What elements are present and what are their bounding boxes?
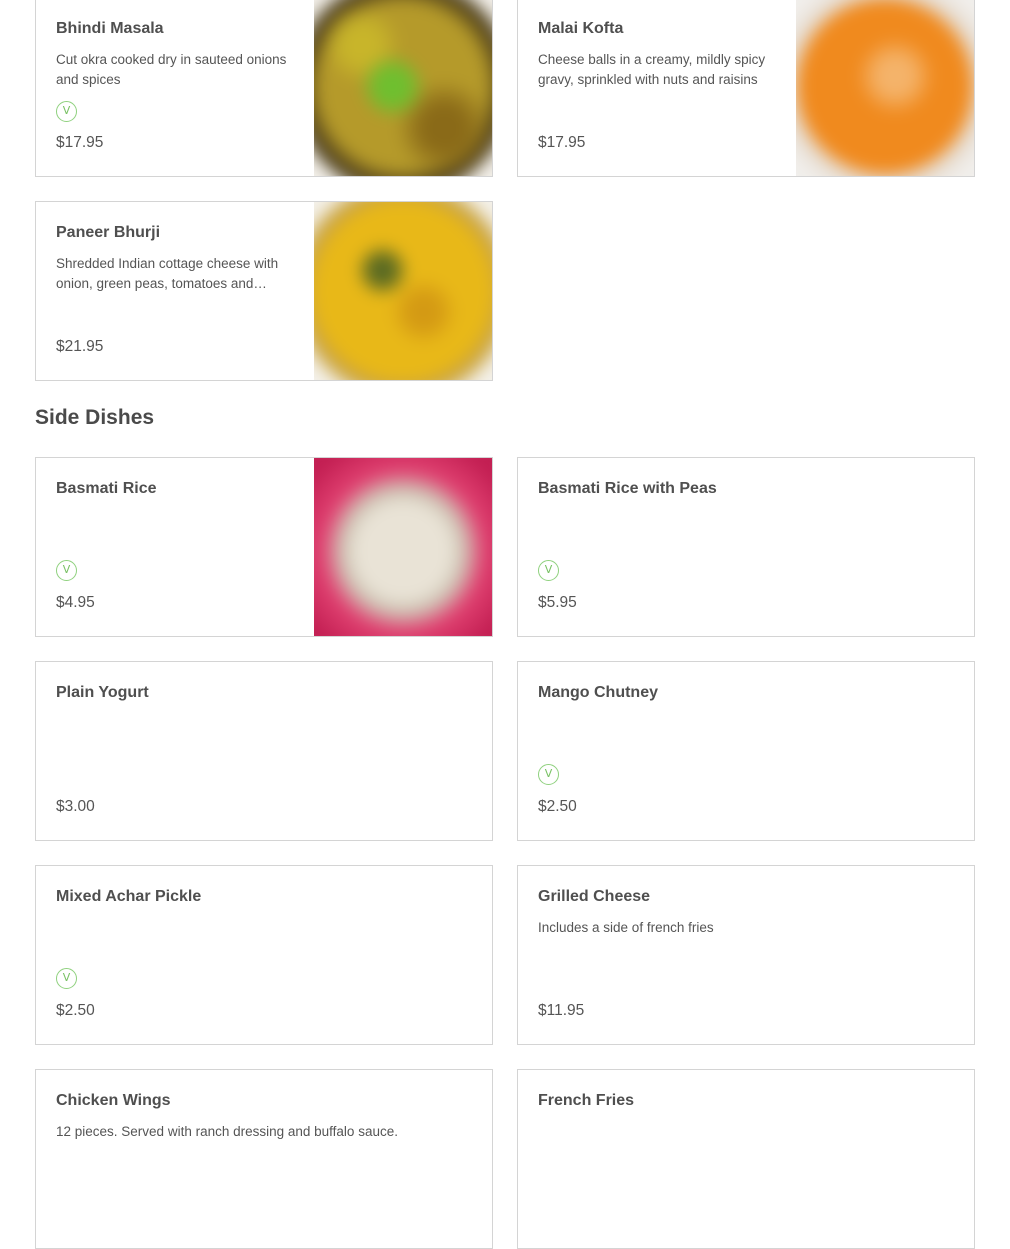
item-name: Grilled Cheese [538, 888, 651, 905]
item-name: Bhindi Masala [56, 20, 164, 37]
item-description: Cut okra cooked dry in sauteed onions an… [56, 52, 287, 87]
item-price: $17.95 [538, 134, 586, 151]
item-price: $4.95 [56, 594, 95, 611]
item-price: $11.95 [538, 1002, 585, 1019]
menu-item-plain-yogurt[interactable]: Plain Yogurt $3.00 [35, 661, 493, 841]
item-price: $3.00 [56, 798, 95, 815]
item-name: Basmati Rice with Peas [538, 480, 717, 497]
kofta-curry-image [796, 0, 974, 176]
item-name: Mango Chutney [538, 684, 658, 701]
item-name: Basmati Rice [56, 480, 157, 497]
item-price: $5.95 [538, 594, 577, 611]
item-name: Plain Yogurt [56, 684, 149, 701]
vegetarian-icon: V [56, 968, 77, 989]
menu-item-bhindi-masala[interactable]: Bhindi Masala Cut okra cooked dry in sau… [35, 0, 493, 177]
menu-item-basmati-rice-with-peas[interactable]: Basmati Rice with Peas V $5.95 [517, 457, 975, 637]
item-description: Shredded Indian cottage cheese with onio… [56, 256, 279, 291]
item-price: $21.95 [56, 338, 104, 355]
item-name: Mixed Achar Pickle [56, 888, 202, 905]
item-description: Includes a side of french fries [538, 920, 714, 935]
vegetarian-icon: V [56, 560, 77, 581]
vegetarian-icon: V [538, 560, 559, 581]
vegetarian-icon: V [56, 101, 77, 122]
item-price: $17.95 [56, 134, 104, 151]
section-title-side-dishes: Side Dishes [35, 406, 155, 429]
item-name: Chicken Wings [56, 1092, 171, 1109]
paneer-dish-image [314, 202, 492, 380]
item-name: Malai Kofta [538, 20, 624, 37]
item-price: $2.50 [56, 1002, 95, 1019]
item-price: $2.50 [538, 798, 577, 815]
menu-item-mixed-achar-pickle[interactable]: Mixed Achar Pickle V $2.50 [35, 865, 493, 1045]
menu-item-malai-kofta[interactable]: Malai Kofta Cheese balls in a creamy, mi… [517, 0, 975, 177]
item-description: Cheese balls in a creamy, mildly spicy g… [538, 52, 766, 87]
menu-item-mango-chutney[interactable]: Mango Chutney V $2.50 [517, 661, 975, 841]
menu-item-french-fries[interactable]: French Fries [517, 1069, 975, 1249]
vegetarian-icon: V [538, 764, 559, 785]
okra-dish-image [314, 0, 492, 176]
menu-item-basmati-rice[interactable]: Basmati Rice V $4.95 [35, 457, 493, 637]
item-description: 12 pieces. Served with ranch dressing an… [56, 1124, 398, 1139]
menu-item-chicken-wings[interactable]: Chicken Wings 12 pieces. Served with ran… [35, 1069, 493, 1249]
item-name: French Fries [538, 1092, 635, 1109]
menu-item-grilled-cheese[interactable]: Grilled Cheese Includes a side of french… [517, 865, 975, 1045]
menu-item-paneer-bhurji[interactable]: Paneer Bhurji Shredded Indian cottage ch… [35, 201, 493, 381]
rice-image [314, 458, 492, 636]
item-name: Paneer Bhurji [56, 224, 161, 241]
